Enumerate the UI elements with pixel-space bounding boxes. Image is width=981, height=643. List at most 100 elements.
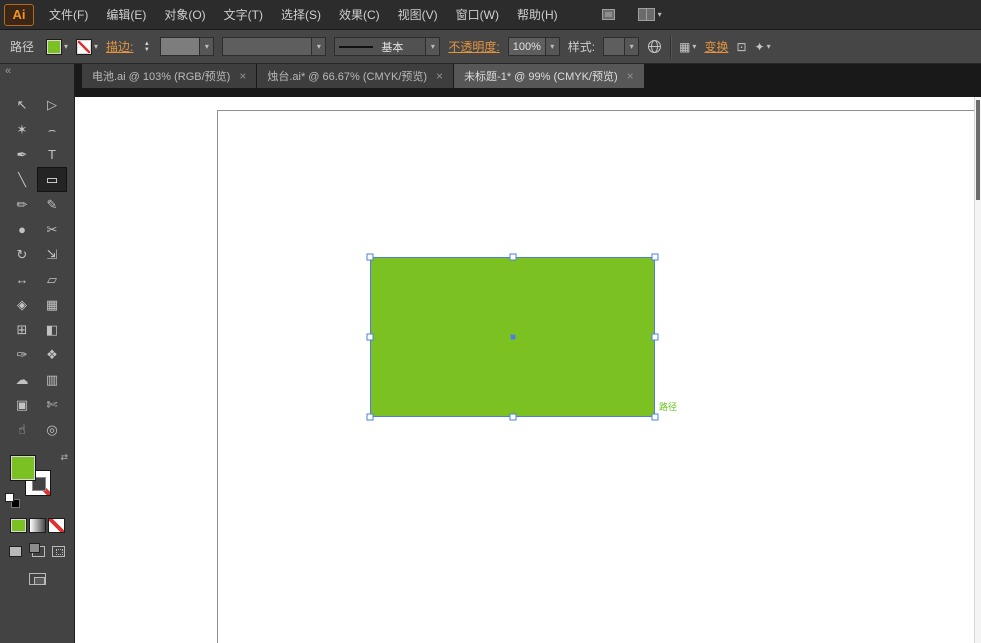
gradient-tool[interactable]: ◧ [37, 317, 67, 342]
stroke-panel-link[interactable]: 描边: [106, 38, 133, 55]
selection-handle-bottom-center[interactable] [510, 414, 517, 421]
dropdown-button[interactable]: ▾ [311, 38, 325, 55]
document-tabs-bar: 电池.ai @ 103% (RGB/预览) × 烛台.ai* @ 66.67% … [75, 64, 981, 97]
selection-handle-bottom-right[interactable] [652, 414, 659, 421]
menu-window[interactable]: 窗口(W) [447, 0, 508, 30]
artboard-tool[interactable]: ▣ [7, 392, 37, 417]
blend-tool[interactable]: ❖ [37, 342, 67, 367]
draw-normal-icon[interactable] [9, 546, 22, 557]
stroke-weight-dropdown[interactable]: ▾ [160, 37, 214, 56]
none-button[interactable] [48, 518, 65, 533]
center-anchor-point[interactable] [511, 335, 516, 340]
lasso-tool[interactable]: ⌢ [37, 117, 67, 142]
width-tool[interactable]: ↔ [7, 267, 37, 292]
default-fill-mini-swatch [5, 493, 14, 502]
width-profile-dropdown[interactable]: ▾ [222, 37, 326, 56]
dropdown-button[interactable]: ▾ [624, 38, 638, 55]
menu-help[interactable]: 帮助(H) [508, 0, 567, 30]
menu-select[interactable]: 选择(S) [272, 0, 330, 30]
pen-tool[interactable]: ✒ [7, 142, 37, 167]
globe-button[interactable] [647, 39, 662, 54]
menu-object[interactable]: 对象(O) [155, 0, 214, 30]
close-icon[interactable]: × [239, 70, 246, 82]
canvas[interactable]: 路径 [75, 97, 981, 643]
mesh-tool[interactable]: ⊞ [7, 317, 37, 342]
line-segment-tool[interactable]: ╲ [7, 167, 37, 192]
rotate-tool[interactable]: ↻ [7, 242, 37, 267]
type-tool[interactable]: T [37, 142, 67, 167]
color-button[interactable] [10, 518, 27, 533]
magic-wand-tool[interactable]: ✶ [7, 117, 37, 142]
isolate-mode-icon: ⊡ [736, 40, 746, 54]
chevron-down-icon[interactable]: ▾ [94, 42, 98, 51]
fill-color-swatch[interactable] [46, 39, 62, 55]
selection-handle-top-left[interactable] [367, 254, 374, 261]
document-tab-untitled[interactable]: 未标题-1* @ 99% (CMYK/预览) × [454, 64, 645, 88]
draw-behind-icon[interactable] [32, 546, 45, 557]
pencil-tool[interactable]: ✎ [37, 192, 67, 217]
fill-color-control[interactable]: ▾ [46, 39, 68, 55]
symbol-sprayer-tool[interactable]: ☁ [7, 367, 37, 392]
scale-tool[interactable]: ⇲ [37, 242, 67, 267]
selection-handle-bottom-left[interactable] [367, 414, 374, 421]
menu-file[interactable]: 文件(F) [40, 0, 97, 30]
scrollbar-thumb[interactable] [976, 100, 980, 200]
chevron-down-icon: ▾ [658, 10, 662, 19]
direct-selection-tool[interactable]: ▷ [37, 92, 67, 117]
brush-definition-dropdown[interactable]: 基本 ▾ [334, 37, 440, 56]
selection-handle-top-center[interactable] [510, 254, 517, 261]
close-icon[interactable]: × [627, 70, 634, 82]
draw-inside-icon[interactable] [52, 546, 65, 557]
swap-fill-stroke-icon[interactable]: ⇄ [60, 452, 68, 463]
slice-tool[interactable]: ✄ [37, 392, 67, 417]
selection-handle-top-right[interactable] [652, 254, 659, 261]
stroke-color-swatch[interactable] [76, 39, 92, 55]
chevron-down-icon[interactable]: ▾ [64, 42, 68, 51]
change-screen-mode-icon[interactable] [29, 573, 46, 585]
stepper-down-icon[interactable]: ▼ [141, 47, 152, 53]
collapse-panel-button[interactable]: « [0, 64, 74, 78]
selection-handle-middle-left[interactable] [367, 334, 374, 341]
default-fill-stroke-icon[interactable] [5, 493, 20, 508]
arrange-documents-button[interactable]: ▾ [638, 8, 662, 21]
blob-brush-tool[interactable]: ● [7, 217, 37, 242]
menu-type[interactable]: 文字(T) [215, 0, 272, 30]
scissors-tool[interactable]: ✂ [37, 217, 67, 242]
align-options-button[interactable]: ▦ ▾ [679, 40, 696, 54]
perspective-grid-tool[interactable]: ▦ [37, 292, 67, 317]
gradient-button[interactable] [29, 518, 46, 533]
transform-panel-link[interactable]: 变换 [704, 38, 728, 55]
opacity-dropdown[interactable]: 100% ▾ [508, 37, 560, 56]
zoom-tool[interactable]: ◎ [37, 417, 67, 442]
isolate-selected-object-button[interactable]: ⊡ [736, 40, 746, 54]
menu-view[interactable]: 视图(V) [389, 0, 447, 30]
stroke-weight-stepper[interactable]: ▲ ▼ [141, 41, 152, 53]
hand-tool[interactable]: ☝ [7, 417, 37, 442]
artboard-edge-horizontal [217, 110, 981, 111]
dropdown-button[interactable]: ▾ [199, 38, 213, 55]
column-graph-tool[interactable]: ▥ [37, 367, 67, 392]
opacity-panel-link[interactable]: 不透明度: [448, 38, 499, 55]
eyedropper-tool[interactable]: ✑ [7, 342, 37, 367]
free-transform-tool[interactable]: ▱ [37, 267, 67, 292]
dropdown-button[interactable]: ▾ [425, 38, 439, 55]
shape-builder-tool[interactable]: ◈ [7, 292, 37, 317]
rectangle-tool[interactable]: ▭ [37, 167, 67, 192]
select-similar-objects-button[interactable]: ✦ ▾ [755, 40, 771, 54]
fill-swatch[interactable] [10, 455, 36, 481]
graphic-style-dropdown[interactable]: ▾ [603, 37, 639, 56]
select-similar-icon: ✦ [755, 40, 765, 54]
artboard-edge-vertical [217, 110, 218, 643]
dropdown-button[interactable]: ▾ [545, 38, 559, 55]
document-tab-battery[interactable]: 电池.ai @ 103% (RGB/预览) × [82, 64, 257, 88]
paintbrush-tool[interactable]: ✏ [7, 192, 37, 217]
document-tab-candlestick[interactable]: 烛台.ai* @ 66.67% (CMYK/预览) × [257, 64, 454, 88]
stroke-color-control[interactable]: ▾ [76, 39, 98, 55]
close-icon[interactable]: × [436, 70, 443, 82]
selection-handle-middle-right[interactable] [652, 334, 659, 341]
go-to-bridge-icon[interactable] [601, 8, 616, 21]
menu-effect[interactable]: 效果(C) [330, 0, 389, 30]
selection-tool[interactable]: ↖ [7, 92, 37, 117]
vertical-scrollbar[interactable] [974, 97, 981, 643]
menu-edit[interactable]: 编辑(E) [97, 0, 155, 30]
